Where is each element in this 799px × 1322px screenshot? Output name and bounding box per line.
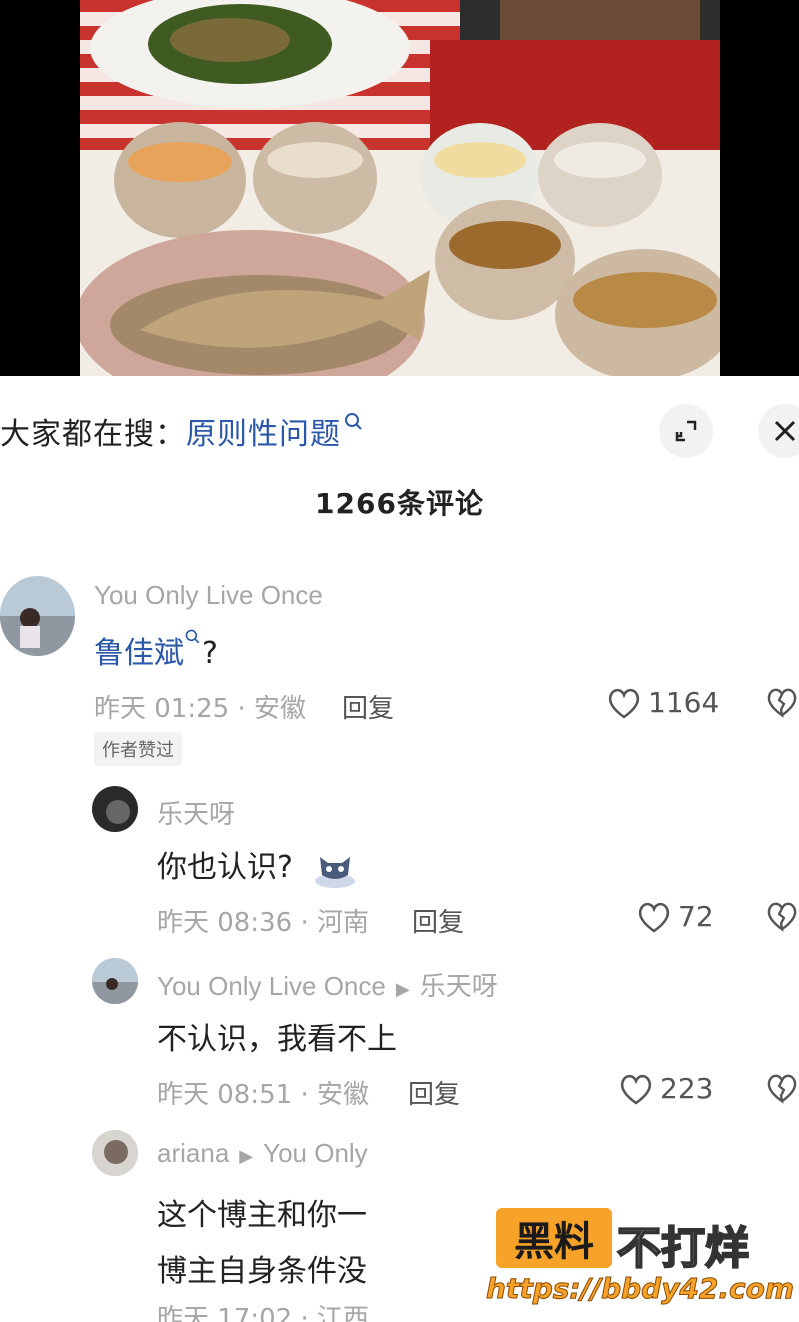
cat-sticker-icon [315, 856, 356, 888]
search-suggestion-term[interactable]: 原则性问题 [186, 409, 341, 453]
broken-heart-icon [767, 1074, 797, 1104]
like-button[interactable]: 72 [636, 900, 714, 933]
search-suggestion[interactable]: 大家都在搜： 原则性问题 [0, 405, 365, 457]
obscured-region [390, 1246, 490, 1286]
reply-to-name[interactable]: You Only [263, 1138, 368, 1168]
comment-author-link[interactable]: ariana [157, 1138, 229, 1168]
heart-icon [638, 902, 670, 933]
watermark-logo: 黑料 [496, 1208, 612, 1268]
comment-text: 不认识，我看不上 [157, 1022, 397, 1057]
comment-author: ariana ▶ You Only [157, 1138, 368, 1169]
comment-meta: 昨天 01:25 · 安徽 [94, 694, 306, 724]
heart-icon [608, 688, 640, 719]
dislike-button[interactable] [765, 1072, 799, 1108]
like-button[interactable]: 1164 [606, 686, 719, 719]
reply-button[interactable]: 回复 [412, 902, 464, 939]
expand-icon [675, 420, 697, 442]
comment-text-line: 这个博主和你一 [157, 1198, 367, 1233]
comment-author: You Only Live Once ▶ 乐天呀 [157, 966, 498, 1003]
reply-arrow-icon: ▶ [239, 1146, 254, 1166]
comment-text-line: 博主自身条件没 [157, 1254, 367, 1289]
like-count: 72 [678, 900, 714, 933]
watermark-text: 不打烊 [616, 1222, 750, 1275]
dislike-button[interactable] [765, 900, 799, 936]
avatar[interactable] [92, 958, 138, 1004]
close-button[interactable] [758, 404, 799, 458]
reply-to-name[interactable]: 乐天呀 [420, 971, 498, 1001]
comment-text-body: 你也认识? [157, 850, 293, 885]
comment-text: 你也认识? [157, 842, 358, 889]
like-count: 1164 [648, 686, 720, 719]
avatar[interactable] [0, 576, 75, 656]
reply-arrow-icon: ▶ [395, 979, 410, 999]
reply-button[interactable]: 回复 [342, 688, 394, 725]
comment-count-title: 1266条评论 [315, 487, 484, 520]
comment-meta: 昨天 08:51 · 安徽 [157, 1080, 369, 1110]
search-icon [345, 413, 362, 430]
author-liked-badge: 作者赞过 [94, 732, 182, 766]
expand-button[interactable] [659, 404, 713, 458]
comment-author[interactable]: You Only Live Once [94, 580, 323, 611]
search-icon [185, 629, 200, 644]
post-photo[interactable] [0, 0, 799, 376]
watermark-url: https://bbdy42.com [485, 1272, 795, 1306]
broken-heart-icon [767, 902, 797, 932]
obscured-region [380, 1140, 550, 1172]
like-button[interactable]: 223 [618, 1072, 713, 1105]
food-image [80, 0, 720, 376]
comment-text-suffix: ? [202, 636, 218, 671]
heart-icon [620, 1074, 652, 1105]
comment-author[interactable]: 乐天呀 [157, 794, 235, 831]
dislike-button[interactable] [765, 686, 799, 722]
mention-link[interactable]: 鲁佳斌 [94, 636, 184, 671]
comment-meta: 昨天 17:02 · 江西 [157, 1304, 369, 1322]
avatar[interactable] [92, 1130, 138, 1176]
comment-author-link[interactable]: You Only Live Once [157, 971, 386, 1001]
comment-meta: 昨天 08:36 · 河南 [157, 908, 369, 938]
close-icon [774, 420, 796, 442]
obscured-region [420, 1190, 500, 1230]
broken-heart-icon [767, 688, 797, 718]
comment-text: 鲁佳斌? [94, 628, 218, 672]
search-suggestion-prefix: 大家都在搜： [0, 417, 186, 452]
avatar[interactable] [92, 786, 138, 832]
reply-button[interactable]: 回复 [408, 1074, 460, 1111]
like-count: 223 [660, 1072, 714, 1105]
